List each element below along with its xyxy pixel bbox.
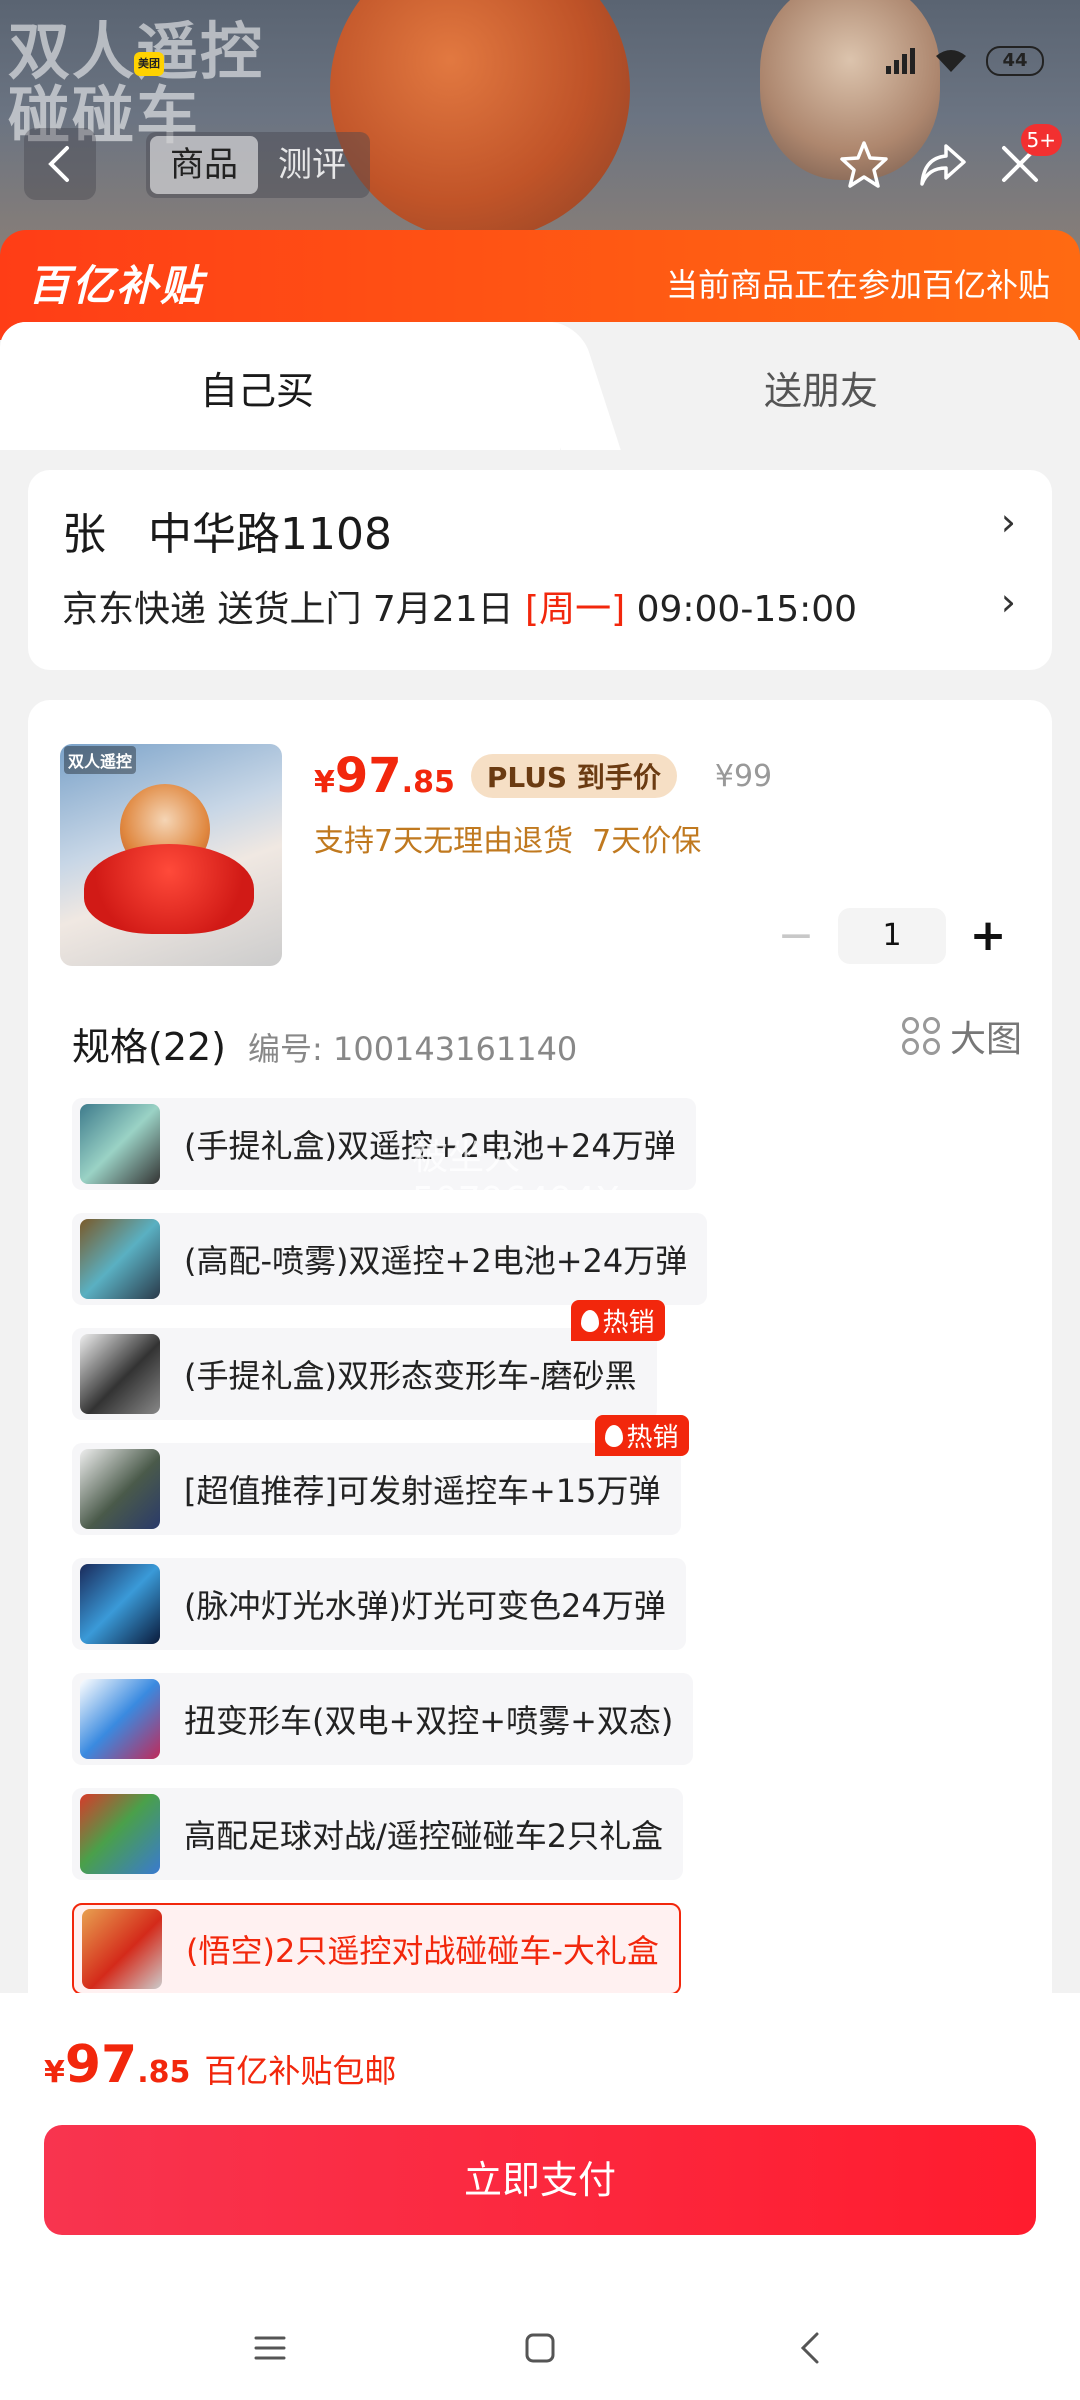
currency-symbol: ¥ <box>44 2055 65 2090</box>
spec-label: (脉冲灯光水弹)灯光可变色24万弹 <box>184 1587 666 1625</box>
spec-option[interactable]: (手提礼盒)双遥控+2电池+24万弹 被坐人50796494X <box>72 1098 696 1221</box>
close-button[interactable]: 5+ <box>984 124 1062 200</box>
grid-icon <box>901 1017 940 1055</box>
purchase-mode-tabs: 自己买 送朋友 <box>0 322 1080 450</box>
share-icon <box>920 144 966 186</box>
back-arrow-icon <box>800 2332 819 2364</box>
delivery-schedule[interactable]: 京东快递 送货上门 7月21日 [周一] 09:00-15:00 <box>62 580 857 632</box>
total-price: ¥ 97 .85 百亿补贴包邮 <box>44 2035 396 2095</box>
large-image-toggle[interactable]: 大图 <box>901 1010 1022 1062</box>
pay-now-button[interactable]: 立即支付 <box>44 2125 1036 2235</box>
spec-option[interactable]: 扭变形车(双电+双控+喷雾+双态) <box>72 1673 694 1765</box>
service-guarantee: 支持7天无理由退货 7天价保 <box>314 824 702 859</box>
star-icon <box>840 141 888 188</box>
home-icon <box>525 2333 555 2363</box>
flame-icon <box>604 1424 623 1447</box>
wifi-icon <box>936 50 966 72</box>
price-row: ¥ 97 .85 PLUS 到手价 ¥99 <box>314 748 772 804</box>
spec-label: (悟空)2只遥控对战碰碰车-大礼盒 <box>186 1932 659 1970</box>
hot-sale-label: 热销 <box>626 1423 679 1453</box>
flame-icon <box>580 1309 599 1332</box>
price-integer: 97 <box>334 748 402 804</box>
chevron-right-icon: › <box>1000 500 1016 544</box>
tab-buy-for-self[interactable]: 自己买 <box>200 360 314 415</box>
large-image-label: 大图 <box>949 1019 1022 1060</box>
spec-thumbnail <box>80 1219 160 1299</box>
delivery-address: 张 中华路1108 <box>62 509 392 560</box>
tab-product[interactable]: 商品 <box>150 136 258 194</box>
spec-thumbnail <box>82 1909 162 1989</box>
tab-gift-to-friend[interactable]: 送朋友 <box>764 360 878 415</box>
spec-thumbnail <box>80 1334 160 1414</box>
favorite-button[interactable] <box>828 128 900 200</box>
tab-review[interactable]: 测评 <box>258 136 366 194</box>
plus-price-badge: PLUS 到手价 <box>470 754 677 798</box>
spec-thumbnail <box>80 1449 160 1529</box>
price-decimal: .85 <box>401 765 455 800</box>
quantity-stepper: − 1 + <box>764 908 1020 964</box>
page-tabs: 商品 测评 <box>146 132 370 198</box>
system-back-button[interactable] <box>785 2323 835 2373</box>
address-card[interactable]: 张 中华路1108 › 京东快递 送货上门 7月21日 [周一] 09:00-1… <box>28 470 1052 670</box>
spec-label: (高配-喷雾)双遥控+2电池+24万弹 <box>184 1242 688 1280</box>
top-navigation: 商品 测评 5+ <box>0 124 1080 208</box>
spec-option[interactable]: (脉冲灯光水弹)灯光可变色24万弹 <box>72 1558 686 1650</box>
spec-label: (手提礼盒)双形态变形车-磨砂黑 <box>184 1357 637 1395</box>
nav-actions: 5+ <box>828 124 1062 200</box>
signal-icon <box>886 48 916 74</box>
delivery-day: [周一] <box>525 589 626 630</box>
menu-button[interactable] <box>245 2323 295 2373</box>
spec-option-selected[interactable]: (悟空)2只遥控对战碰碰车-大礼盒 <box>72 1903 681 1995</box>
quantity-value[interactable]: 1 <box>838 908 946 964</box>
spec-thumbnail <box>80 1564 160 1644</box>
price-integer: 97 <box>64 2035 138 2095</box>
spec-option[interactable]: [超值推荐]可发射遥控车+15万弹 热销 <box>72 1415 689 1535</box>
product-car <box>84 844 254 934</box>
product-thumbnail[interactable]: 双人遥控 <box>60 744 282 966</box>
spec-thumbnail <box>80 1679 160 1759</box>
spec-label: (手提礼盒)双遥控+2电池+24万弹 <box>184 1127 676 1165</box>
hot-sale-tag: 热销 <box>594 1415 689 1456</box>
spec-thumbnail <box>80 1104 160 1184</box>
currency-symbol: ¥ <box>314 765 335 800</box>
back-arrow-icon <box>48 146 69 182</box>
meituan-status-icon: 美团 <box>134 52 164 76</box>
spec-option[interactable]: 高配足球对战/遥控碰碰车2只礼盒 <box>72 1788 684 1880</box>
spec-option[interactable]: (高配-喷雾)双遥控+2电池+24万弹 <box>72 1213 708 1305</box>
spec-option[interactable]: (手提礼盒)双形态变形车-磨砂黑 热销 <box>72 1300 665 1420</box>
status-bar-right: 44 <box>886 46 1044 76</box>
product-image-caption: 双人遥控 <box>64 746 137 774</box>
hot-sale-tag: 热销 <box>570 1300 665 1341</box>
hot-sale-label: 热销 <box>602 1308 655 1338</box>
notification-badge: 5+ <box>1020 124 1062 156</box>
spec-thumbnail <box>80 1794 160 1874</box>
home-button[interactable] <box>515 2323 565 2373</box>
chevron-right-icon: › <box>1000 580 1016 624</box>
original-price: ¥99 <box>714 758 773 794</box>
spec-title: 规格(22) <box>72 1025 227 1069</box>
spec-label: 扭变形车(双电+双控+喷雾+双态) <box>184 1702 674 1740</box>
menu-icon <box>254 2336 286 2360</box>
product-code: 编号: 100143161140 <box>248 1030 578 1068</box>
battery-indicator: 44 <box>986 46 1044 76</box>
spec-label: 高配足球对战/遥控碰碰车2只礼盒 <box>184 1817 664 1855</box>
checkout-bar: ¥ 97 .85 百亿补贴包邮 立即支付 <box>0 1993 1080 2400</box>
subsidy-notice: 当前商品正在参加百亿补贴 <box>665 266 1050 304</box>
system-navigation <box>0 2303 1080 2393</box>
delivery-method: 京东快递 送货上门 7月21日 <box>62 589 526 630</box>
free-shipping-label: 百亿补贴包邮 <box>204 2052 397 2090</box>
delivery-time: 09:00-15:00 <box>625 589 858 630</box>
share-button[interactable] <box>906 128 978 200</box>
subsidy-logo: 百亿补贴 <box>28 261 205 310</box>
decrease-quantity-button[interactable]: − <box>764 908 828 964</box>
price-decimal: .85 <box>137 2055 191 2090</box>
increase-quantity-button[interactable]: + <box>956 908 1020 964</box>
product-card: 双人遥控 ¥ 97 .85 PLUS 到手价 ¥99 支持7天无理由退货 7天价… <box>28 700 1052 2100</box>
spec-label: [超值推荐]可发射遥控车+15万弹 <box>184 1472 661 1510</box>
back-button[interactable] <box>24 128 96 200</box>
spec-header: 规格(22) 编号: 100143161140 大图 <box>72 1016 1022 1071</box>
